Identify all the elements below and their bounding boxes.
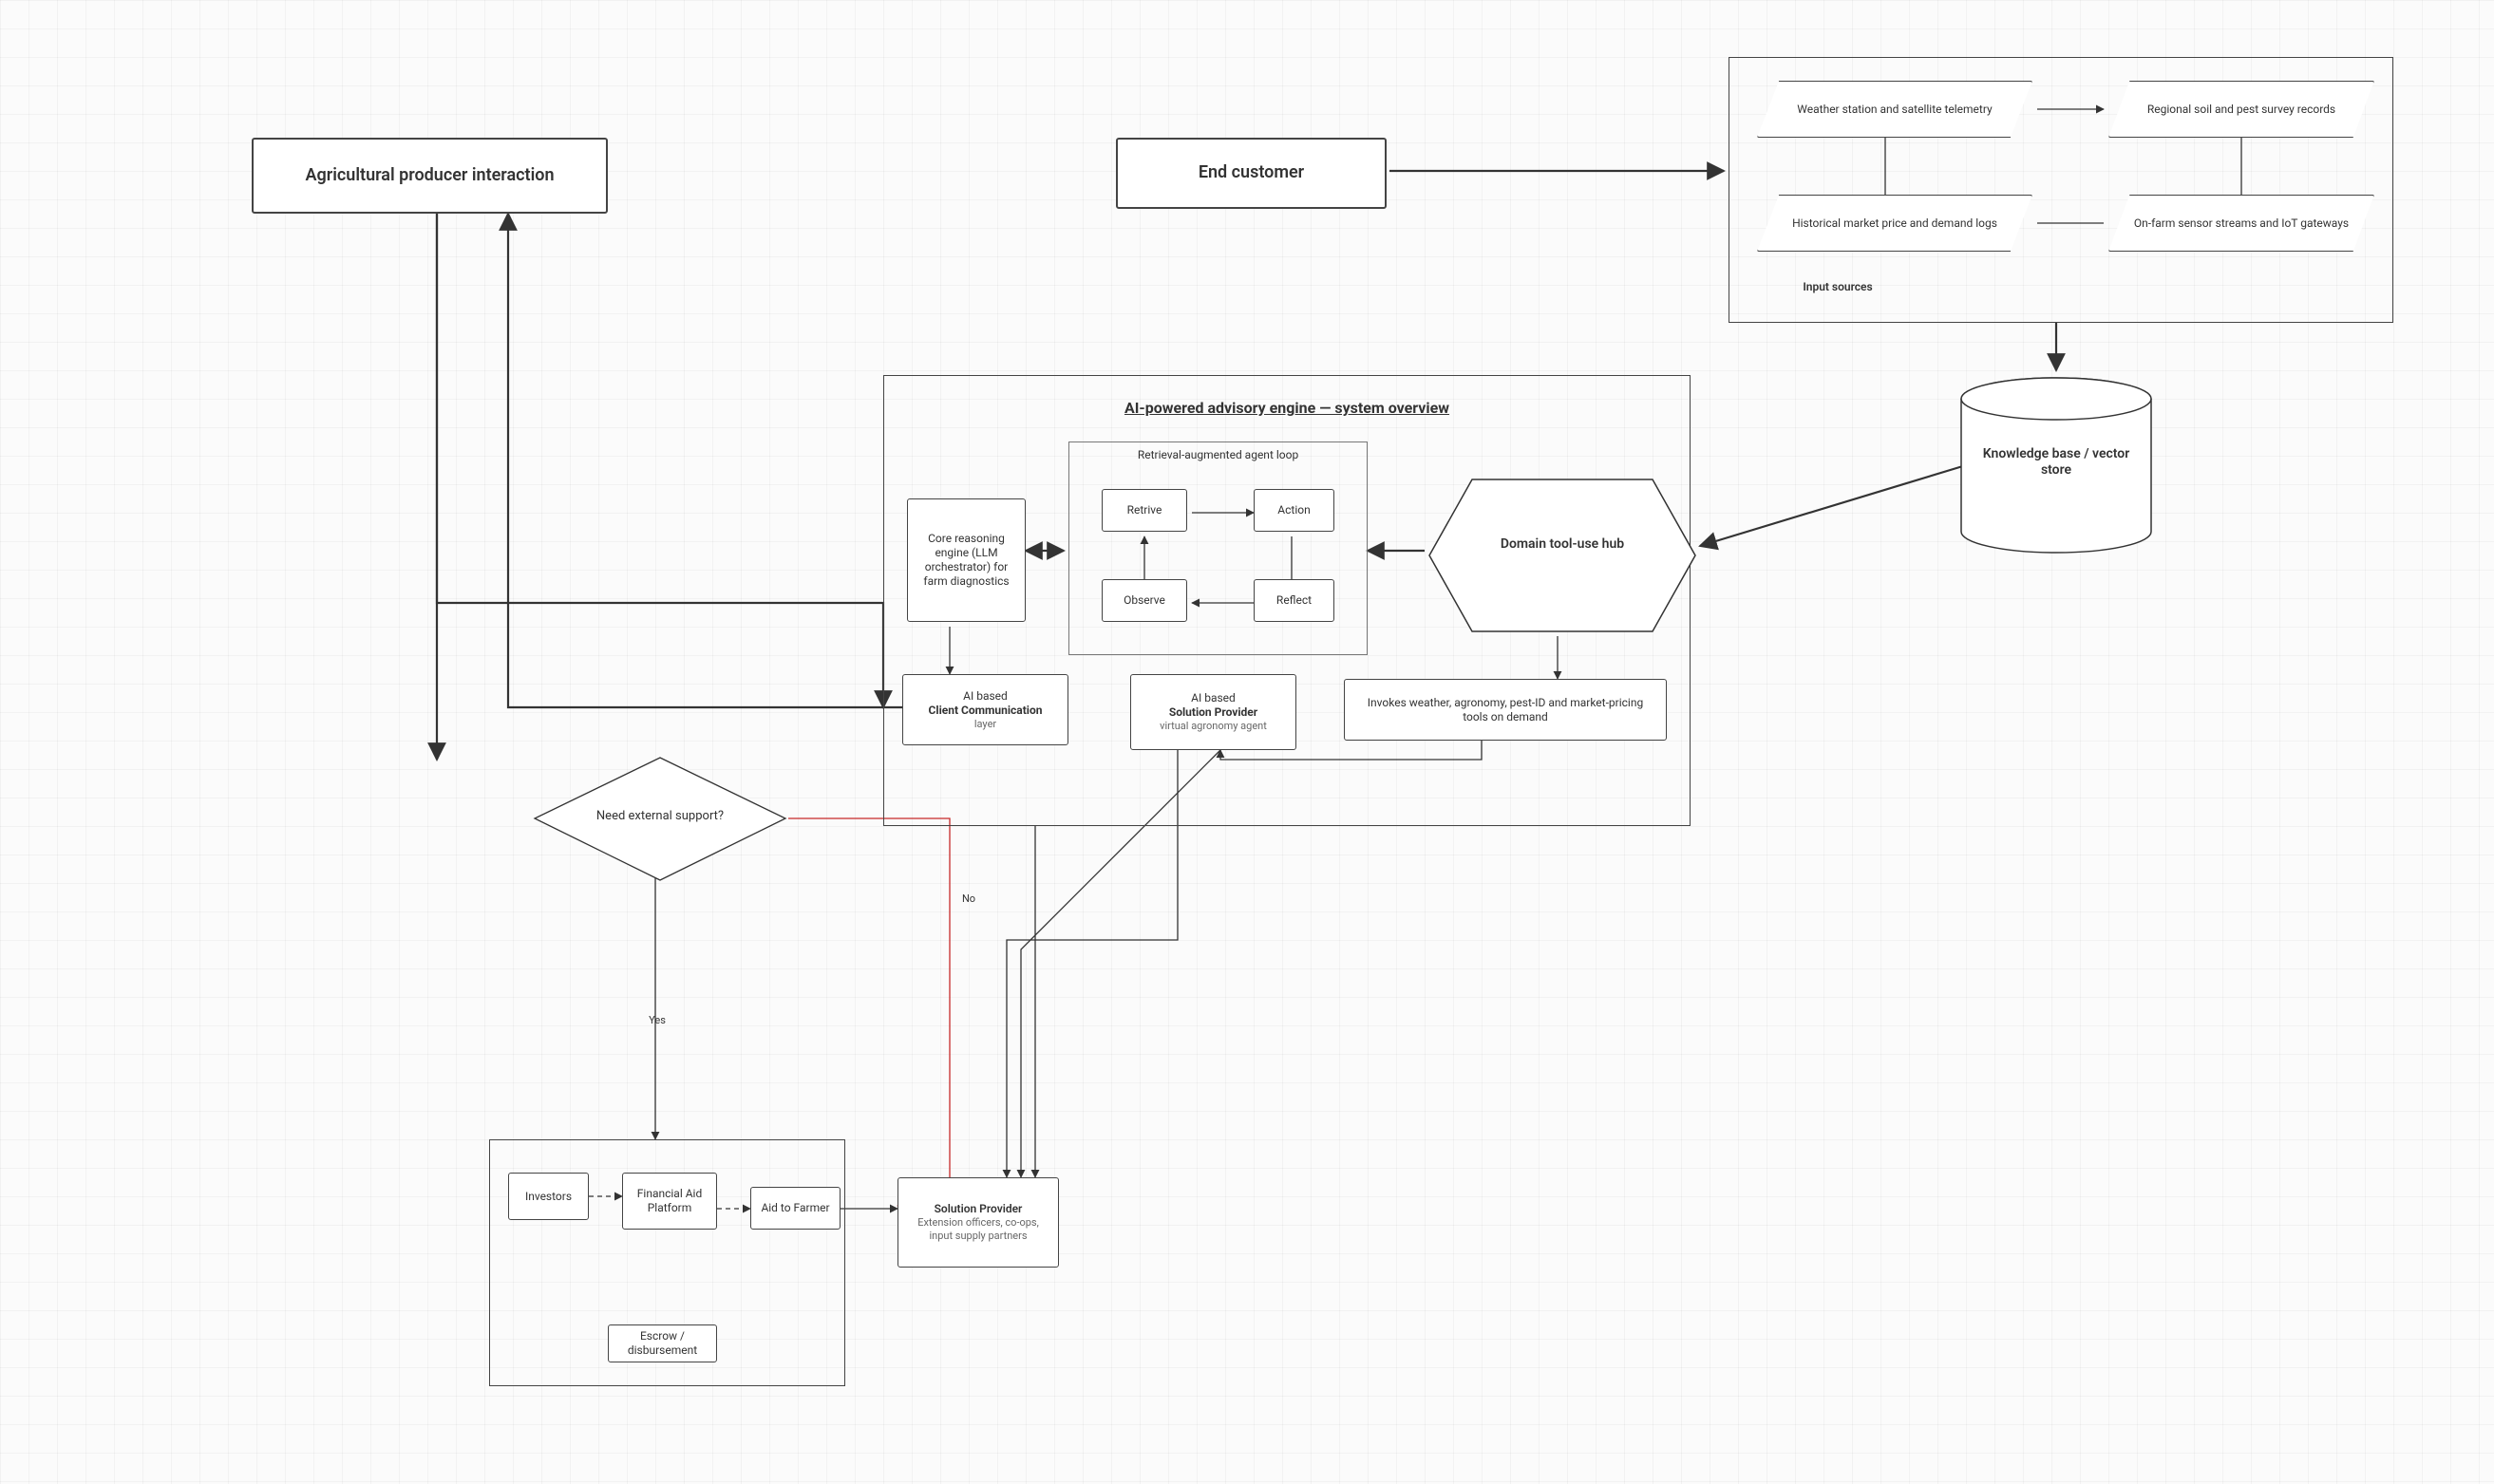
node-solution-agent[interactable]: AI based Solution Provider virtual agron… <box>1130 674 1296 750</box>
node-tool-note[interactable]: Invokes weather, agronomy, pest-ID and m… <box>1344 679 1667 741</box>
node-finance-note[interactable]: Escrow / disbursement <box>608 1324 717 1362</box>
t3: layer <box>974 718 996 731</box>
node-customer[interactable]: End customer <box>1116 138 1387 209</box>
node-label: Regional soil and pest survey records <box>2147 103 2335 117</box>
node-label: Aid to Farmer <box>761 1201 829 1215</box>
decision-label: Need external support? <box>570 809 750 823</box>
node-retrieve[interactable]: Retrive <box>1102 489 1187 532</box>
node-fin-platform[interactable]: Financial Aid Platform <box>622 1173 717 1230</box>
t2: Solution Provider <box>1169 705 1257 720</box>
t2: Client Communication <box>929 704 1043 718</box>
node-label: Action <box>1277 503 1310 517</box>
node-solution-provider[interactable]: Solution Provider Extension officers, co… <box>897 1177 1059 1268</box>
container-react-loop[interactable] <box>1068 441 1368 655</box>
node-input-tl[interactable]: Weather station and satellite telemetry <box>1757 81 2032 138</box>
node-label: Financial Aid Platform <box>633 1187 707 1215</box>
node-tool-router[interactable] <box>1425 475 1700 636</box>
node-label: Historical market price and demand logs <box>1792 216 1997 231</box>
tool-router-label: Domain tool-use hub <box>1463 536 1662 552</box>
node-label: Reflect <box>1276 593 1312 608</box>
diagram-surface[interactable]: Agricultural producer interaction End cu… <box>0 0 2494 1484</box>
t1: Solution Provider <box>935 1202 1023 1216</box>
node-label: Agricultural producer interaction <box>306 165 555 187</box>
node-aid-farmer[interactable]: Aid to Farmer <box>750 1187 841 1230</box>
node-investors[interactable]: Investors <box>508 1173 589 1220</box>
t1: AI based <box>1191 691 1236 705</box>
node-observe[interactable]: Observe <box>1102 579 1187 622</box>
kb-label: Knowledge base / vector store <box>1980 446 2132 479</box>
node-reasoner[interactable]: Core reasoning engine (LLM orchestrator)… <box>907 498 1026 622</box>
node-label: On-farm sensor streams and IoT gateways <box>2134 216 2349 231</box>
label-yes: Yes <box>638 1014 676 1026</box>
label-react-loop: Retrieval-augmented agent loop <box>1078 448 1358 461</box>
label-data-inputs: Input sources <box>1743 280 1933 293</box>
node-input-br[interactable]: On-farm sensor streams and IoT gateways <box>2108 195 2374 252</box>
node-label: Investors <box>525 1190 572 1204</box>
node-input-bl[interactable]: Historical market price and demand logs <box>1757 195 2032 252</box>
node-farmer-query[interactable]: Agricultural producer interaction <box>252 138 608 214</box>
node-label: End customer <box>1199 162 1304 184</box>
node-label: Core reasoning engine (LLM orchestrator)… <box>917 532 1015 589</box>
node-label: Weather station and satellite telemetry <box>1797 103 1992 117</box>
node-act[interactable]: Action <box>1254 489 1334 532</box>
node-label: Escrow / disbursement <box>618 1329 707 1358</box>
t1: AI based <box>963 689 1008 704</box>
node-input-tr[interactable]: Regional soil and pest survey records <box>2108 81 2374 138</box>
t3: virtual agronomy agent <box>1160 720 1267 733</box>
node-label: Invokes weather, agronomy, pest-ID and m… <box>1354 696 1656 724</box>
node-think[interactable]: Reflect <box>1254 579 1334 622</box>
node-comm-layer[interactable]: AI based Client Communication layer <box>902 674 1068 745</box>
title-advisory-engine: AI-powered advisory engine — system over… <box>1007 399 1567 417</box>
t2: Extension officers, co-ops, <box>917 1216 1039 1230</box>
label-no: No <box>950 892 988 905</box>
node-label: Retrive <box>1127 503 1162 517</box>
node-label: Observe <box>1124 593 1165 608</box>
t3: input supply partners <box>929 1230 1027 1243</box>
